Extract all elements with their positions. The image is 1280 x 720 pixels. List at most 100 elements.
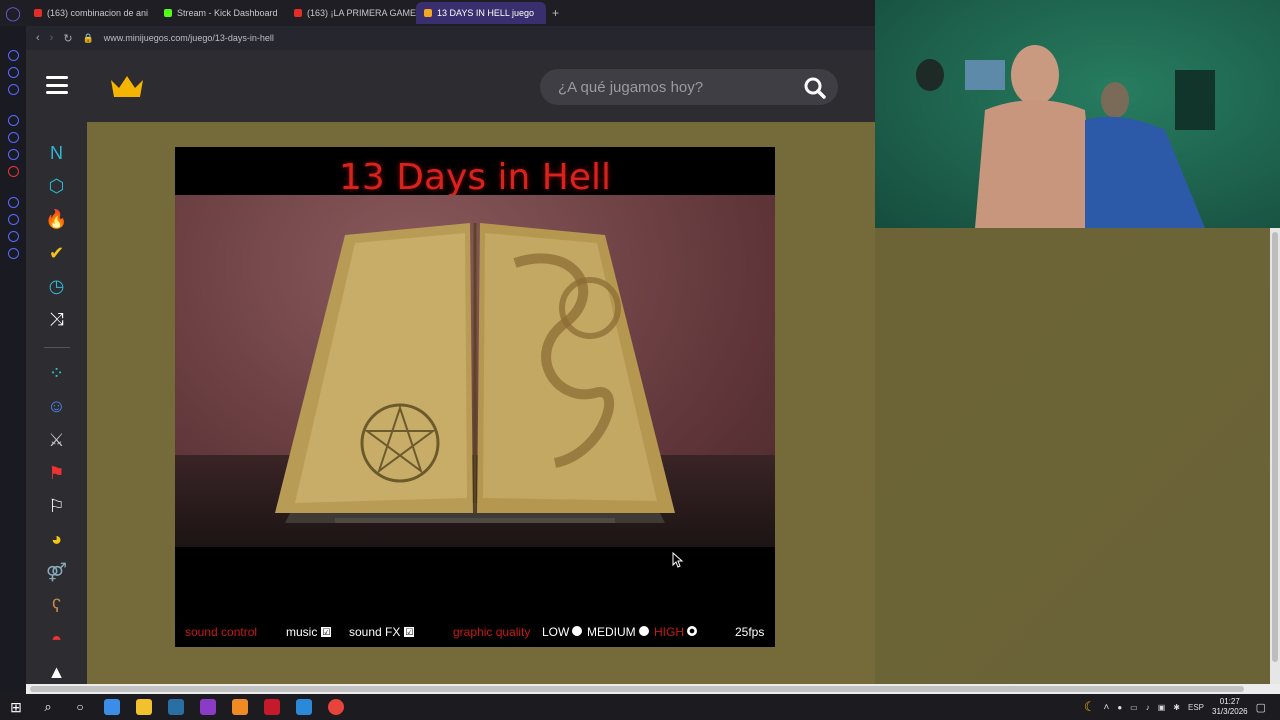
page-background-right (875, 228, 1270, 694)
sound-control-label: sound control (185, 625, 258, 639)
copilot-icon[interactable] (104, 699, 120, 715)
quality-high-radio[interactable] (687, 626, 697, 636)
race-flag-icon[interactable]: ⚐ (45, 495, 69, 518)
clock[interactable]: 01:27 31/3/2026 (1212, 697, 1248, 717)
browser-tab[interactable]: (163) ¡LA PRIMERA GAME (286, 2, 416, 24)
people-icon[interactable]: ☺ (45, 395, 69, 418)
moon-icon[interactable]: ☾ (1084, 699, 1096, 715)
speed-icon[interactable]: ◷ (45, 275, 69, 298)
dots-icon[interactable]: ⁘ (45, 362, 69, 385)
sidebar-app-icon[interactable] (7, 248, 19, 259)
category-sidebar: N ⬡ 🔥 ✔ ◷ ⤨ ⁘ ☺ ⚔ ⚑ ⚐ ◕ ⚤ ʕ ◓ ▲ (26, 122, 87, 694)
bluetooth-icon[interactable]: ✱ (1173, 703, 1180, 712)
swords-icon[interactable]: ⚔ (45, 428, 69, 451)
volume-icon[interactable]: ♪ (1146, 703, 1150, 712)
task-view-icon[interactable]: ○ (72, 699, 88, 715)
graphic-quality-label: graphic quality (453, 625, 531, 639)
steam-icon[interactable] (168, 699, 184, 715)
sidebar-app-icon[interactable] (7, 50, 19, 61)
sidebar-app-icon[interactable] (7, 115, 19, 126)
quality-medium-radio[interactable] (638, 626, 649, 636)
sidebar-app-icon[interactable] (7, 166, 19, 177)
sidebar-app-icon[interactable] (7, 214, 19, 225)
new-tab-button[interactable]: + (546, 6, 565, 20)
search-icon[interactable]: ⌕ (40, 699, 56, 715)
more-icon[interactable]: ▲ (45, 661, 69, 684)
vertical-scrollbar[interactable] (1270, 228, 1280, 694)
crown-logo-icon[interactable] (110, 74, 144, 103)
mouse-cursor-icon (672, 552, 684, 568)
nuevos-icon[interactable]: N (45, 142, 69, 165)
check-icon[interactable]: ✔ (45, 242, 69, 265)
tab-label: (163) combinacion de ani (47, 8, 149, 18)
mic-icon[interactable]: ● (1117, 703, 1122, 712)
opera-logo-icon[interactable]: ◯ (0, 0, 26, 26)
fps-readout: 25fps (735, 625, 765, 639)
quality-low-option[interactable]: LOW (542, 625, 583, 639)
search-icon[interactable] (804, 77, 826, 104)
music-checkbox[interactable]: ☑ (321, 627, 332, 637)
tab-label: Stream - Kick Dashboard (177, 8, 278, 18)
chevron-up-icon[interactable]: ˄ (1103, 702, 1109, 713)
pacman-icon[interactable]: ◕ (45, 528, 69, 551)
bear-icon[interactable]: ʕ (45, 594, 69, 617)
language-indicator[interactable]: ESP (1188, 703, 1204, 712)
sidebar-app-icon[interactable] (7, 197, 19, 208)
quality-high-option[interactable]: HIGH (654, 625, 697, 639)
browser-tab[interactable]: (163) combinacion de ani (26, 2, 156, 24)
game-canvas[interactable]: 13 Days in Hell sound control music ☑ sou… (175, 147, 775, 647)
search-input[interactable] (558, 78, 788, 96)
file-explorer-icon[interactable] (136, 699, 152, 715)
sidebar-app-icon[interactable] (7, 67, 19, 78)
pokeball-icon[interactable]: ◓ (45, 628, 69, 651)
music-toggle[interactable]: music ☑ (286, 625, 332, 639)
sidebar-app-icon[interactable] (7, 231, 19, 242)
network-icon[interactable]: ▣ (1158, 703, 1166, 712)
webcam-overlay (875, 0, 1280, 228)
menu-icon[interactable] (46, 76, 68, 94)
back-icon[interactable]: ‹ (36, 32, 40, 44)
site-header (26, 50, 875, 122)
game-title: 13 Days in Hell (338, 157, 612, 198)
fl-studio-icon[interactable] (232, 699, 248, 715)
shuffle-icon[interactable]: ⤨ (45, 308, 69, 331)
hexagon-icon[interactable]: ⬡ (45, 175, 69, 198)
forward-icon[interactable]: › (50, 32, 54, 44)
tab-favicon-icon (424, 9, 432, 17)
tab-favicon-icon (34, 9, 42, 17)
reload-icon[interactable]: ↻ (63, 32, 72, 45)
couple-icon[interactable]: ⚤ (45, 561, 69, 584)
quality-low-radio[interactable] (572, 626, 583, 636)
tab-label: 13 DAYS IN HELL juego (437, 8, 535, 18)
tab-label: (163) ¡LA PRIMERA GAME (307, 8, 416, 18)
quality-medium-option[interactable]: MEDIUM (587, 625, 649, 639)
fire-icon[interactable]: 🔥 (45, 208, 69, 231)
notifications-icon[interactable]: ▢ (1256, 701, 1266, 714)
sidebar-app-icon[interactable] (7, 149, 19, 160)
opera-sidebar (0, 26, 26, 694)
browser-tab[interactable]: 13 DAYS IN HELL juego (416, 2, 546, 24)
sidebar-divider (43, 347, 70, 349)
sidebar-app-icon[interactable] (7, 84, 19, 95)
flag-icon[interactable]: ⚑ (45, 462, 69, 485)
tab-favicon-icon (294, 9, 302, 17)
windows-start-icon[interactable]: ⊞ (8, 699, 24, 715)
opera-gx-icon[interactable] (200, 699, 216, 715)
sound-fx-checkbox[interactable]: ☑ (404, 627, 415, 637)
battery-icon[interactable]: ▭ (1130, 703, 1138, 712)
spellbook-image (275, 223, 675, 523)
chrome-icon[interactable] (328, 699, 344, 715)
horizontal-scrollbar[interactable] (26, 684, 1280, 694)
opera-icon[interactable] (264, 699, 280, 715)
browser-tab-bar: ◯ (163) combinacion de ani Stream - Kick … (0, 0, 875, 26)
game-controls: sound control music ☑ sound FX ☑ graphic q… (175, 623, 775, 643)
screen: ◯ (163) combinacion de ani Stream - Kick … (0, 0, 1280, 720)
system-tray: ☾ ˄ ● ▭ ♪ ▣ ✱ ESP 01:27 31/3/2026 ▢ (1084, 694, 1280, 720)
browser-tab[interactable]: Stream - Kick Dashboard (156, 2, 286, 24)
app-icon[interactable] (296, 699, 312, 715)
url-field[interactable]: www.minijuegos.com/juego/13-days-in-hell (104, 33, 274, 43)
sidebar-app-icon[interactable] (7, 132, 19, 143)
search-box (540, 69, 838, 105)
address-bar: ‹ › ↻ 🔒 www.minijuegos.com/juego/13-days… (26, 26, 875, 50)
sound-fx-toggle[interactable]: sound FX ☑ (349, 625, 415, 639)
